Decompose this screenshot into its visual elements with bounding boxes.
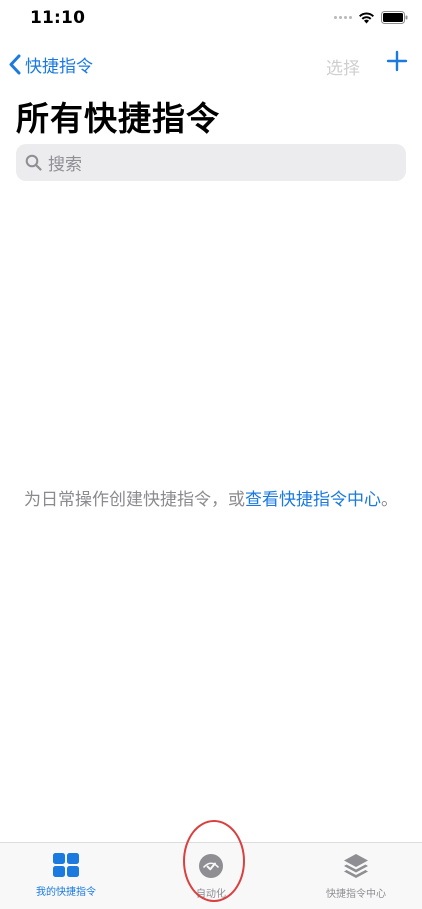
cellular-signal-icon: [334, 16, 352, 19]
page-title: 所有快捷指令: [16, 99, 220, 138]
search-input[interactable]: 搜索: [16, 144, 406, 181]
tab-label: 我的快捷指令: [36, 887, 96, 898]
back-button-label: 快捷指令: [25, 57, 93, 77]
chevron-left-icon: [9, 54, 21, 75]
tab-gallery[interactable]: 快捷指令中心: [296, 853, 416, 900]
status-time: 11:10: [30, 8, 86, 28]
search-placeholder: 搜索: [48, 155, 82, 175]
gallery-link[interactable]: 查看快捷指令中心: [245, 490, 381, 510]
annotation-circle: [183, 820, 245, 902]
empty-state-message: 为日常操作创建快捷指令，或查看快捷指令中心。: [22, 488, 400, 513]
grid-icon: [53, 853, 79, 877]
plus-icon: [386, 50, 408, 72]
status-icons: [334, 11, 408, 24]
add-shortcut-button[interactable]: [386, 50, 408, 76]
tab-label: 快捷指令中心: [326, 889, 386, 900]
status-bar: 11:10: [0, 0, 422, 40]
select-button[interactable]: 选择: [326, 54, 360, 79]
search-icon: [25, 154, 42, 171]
tab-my-shortcuts[interactable]: 我的快捷指令: [6, 853, 126, 898]
battery-icon: [381, 11, 408, 24]
empty-state-suffix: 。: [381, 490, 398, 510]
wifi-icon: [359, 12, 374, 24]
navigation-bar: 快捷指令 选择: [0, 48, 422, 84]
layers-icon: [344, 854, 368, 878]
back-button[interactable]: 快捷指令: [8, 52, 93, 77]
empty-state-text: 为日常操作创建快捷指令，或: [24, 490, 245, 510]
